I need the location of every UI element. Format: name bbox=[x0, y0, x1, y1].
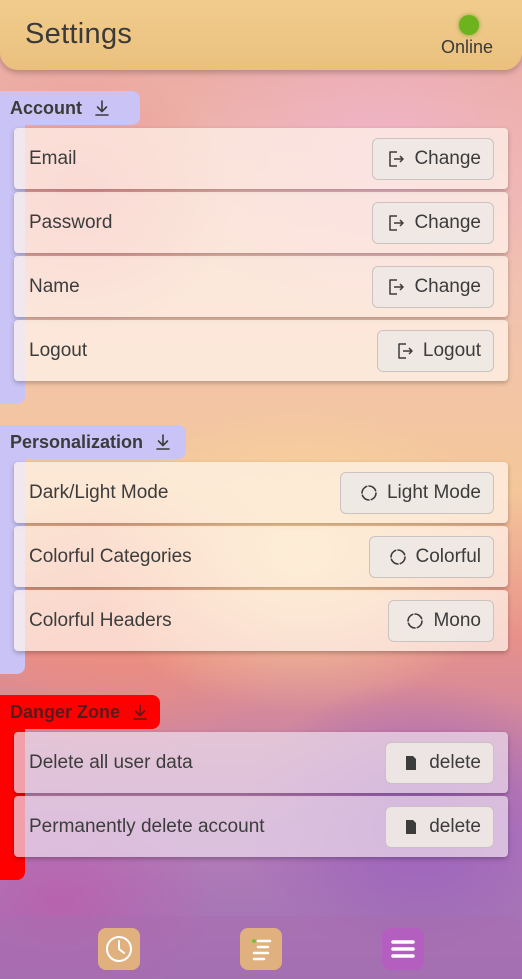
personalization-section-header[interactable]: Personalization bbox=[0, 425, 186, 459]
danger-section-header[interactable]: Danger Zone bbox=[0, 695, 160, 729]
online-status-dot bbox=[459, 15, 479, 35]
settings-row-email: Email Change bbox=[14, 128, 508, 189]
export-icon bbox=[389, 279, 405, 295]
row-label: Name bbox=[29, 275, 80, 297]
bottom-navigation bbox=[0, 916, 522, 979]
row-label: Password bbox=[29, 211, 113, 233]
refresh-icon bbox=[361, 485, 377, 501]
account-section-header[interactable]: Account bbox=[0, 91, 140, 125]
export-icon bbox=[389, 151, 405, 167]
settings-row-name: Name Change bbox=[14, 256, 508, 317]
settings-row-dark-light-mode: Dark/Light Mode Light Mode bbox=[14, 462, 508, 523]
row-label: Delete all user data bbox=[29, 751, 193, 773]
trash-icon bbox=[406, 820, 417, 834]
nav-menu-button[interactable] bbox=[382, 928, 424, 970]
row-label: Email bbox=[29, 147, 77, 169]
row-label: Logout bbox=[29, 339, 88, 361]
refresh-icon bbox=[389, 549, 406, 565]
delete-account-button[interactable]: delete bbox=[385, 806, 494, 848]
settings-row-colorful-categories: Colorful Categories Colorful bbox=[14, 526, 508, 587]
row-label: Colorful Headers bbox=[29, 609, 172, 631]
personalization-section-title: Personalization bbox=[10, 431, 144, 452]
logout-button[interactable]: Logout bbox=[377, 330, 494, 372]
theme-mode-button[interactable]: Light Mode bbox=[340, 472, 494, 514]
row-label: Colorful Categories bbox=[29, 545, 192, 567]
task-list-icon bbox=[252, 939, 272, 961]
app-header: Settings Online bbox=[0, 0, 522, 70]
row-label: Permanently delete account bbox=[29, 815, 265, 837]
row-label: Dark/Light Mode bbox=[29, 481, 169, 503]
nav-tasks-button[interactable] bbox=[240, 928, 282, 970]
change-name-button[interactable]: Change bbox=[372, 266, 494, 308]
export-icon bbox=[389, 215, 405, 231]
colorful-headers-button[interactable]: Mono bbox=[388, 600, 494, 642]
page-title: Settings bbox=[25, 18, 133, 50]
settings-row-logout: Logout Logout bbox=[14, 320, 508, 381]
account-section-title: Account bbox=[10, 97, 82, 118]
danger-section-title: Danger Zone bbox=[10, 701, 121, 722]
nav-clock-button[interactable] bbox=[98, 928, 140, 970]
settings-row-colorful-headers: Colorful Headers Mono bbox=[14, 590, 508, 651]
delete-user-data-button[interactable]: delete bbox=[385, 742, 494, 784]
colorful-categories-button[interactable]: Colorful bbox=[369, 536, 494, 578]
download-icon[interactable] bbox=[155, 433, 171, 451]
online-status-label: Online bbox=[441, 37, 494, 57]
change-password-button[interactable]: Change bbox=[372, 202, 494, 244]
clock-icon bbox=[106, 936, 132, 962]
settings-row-password: Password Change bbox=[14, 192, 508, 253]
refresh-icon bbox=[407, 613, 424, 629]
trash-icon bbox=[406, 756, 417, 770]
settings-row-delete-account: Permanently delete account delete bbox=[14, 796, 508, 857]
download-icon[interactable] bbox=[132, 703, 148, 721]
settings-row-delete-user-data: Delete all user data delete bbox=[14, 732, 508, 793]
menu-icon bbox=[391, 940, 415, 958]
download-icon[interactable] bbox=[94, 99, 110, 117]
change-email-button[interactable]: Change bbox=[372, 138, 494, 180]
export-icon bbox=[398, 343, 413, 359]
